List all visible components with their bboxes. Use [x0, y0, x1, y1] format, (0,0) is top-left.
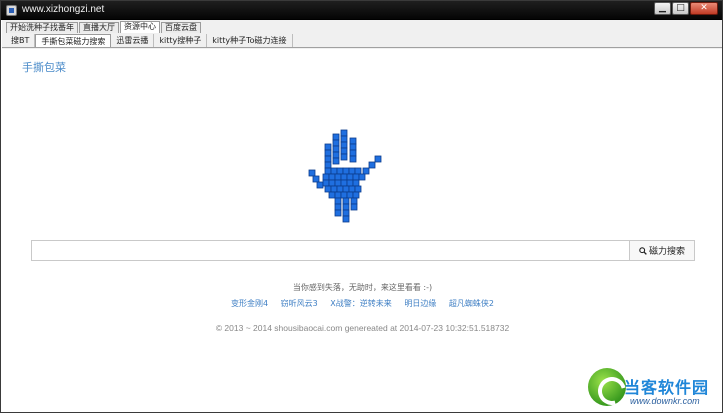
copyright-footer: © 2013 ~ 2014 shousibaocai.com genereate…: [215, 323, 510, 333]
search-icon: [639, 246, 647, 255]
tab-baidu-cloud[interactable]: 百度云盘: [161, 22, 201, 33]
window-title: www.xizhongzi.net: [22, 4, 105, 15]
app-window: www.xizhongzi.net ▁ □ ✕ 开始洗种子找番年 直播大厅 资源…: [0, 0, 723, 413]
magnet-search-button[interactable]: 磁力搜索: [629, 240, 695, 261]
tab-start[interactable]: 开始洗种子找番年: [6, 22, 78, 33]
window-controls: ▁ □ ✕: [653, 2, 718, 15]
tab-xunlei-cloud[interactable]: 迅雷云播: [111, 34, 155, 47]
watermark-title: 当客软件园: [624, 378, 710, 397]
watermark-url: www.downkr.com: [630, 396, 700, 406]
app-icon[interactable]: [6, 5, 17, 16]
search-input[interactable]: [31, 240, 629, 261]
search-bar: 磁力搜索: [31, 240, 695, 261]
tab-resource-center[interactable]: 资源中心: [120, 21, 160, 33]
pixel-hand-logo-icon: [308, 129, 382, 223]
watermark-badge-icon: [588, 368, 626, 406]
tab-shousibaocai[interactable]: 手撕包菜磁力搜索: [35, 34, 112, 47]
tab-divider: [2, 47, 722, 48]
tab-kitty-search[interactable]: kitty搜种子: [154, 34, 208, 47]
hot-link[interactable]: 明日边缘: [404, 299, 436, 308]
tab-live-hall[interactable]: 直播大厅: [79, 22, 119, 33]
close-button[interactable]: ✕: [690, 2, 718, 15]
hot-link[interactable]: 变形金刚4: [231, 299, 268, 308]
sub-tab-row: 搜BT 手撕包菜磁力搜索 迅雷云播 kitty搜种子 kitty种子To磁力连接: [6, 33, 293, 47]
tab-kitty-magnet[interactable]: kitty种子To磁力连接: [207, 34, 293, 47]
brand-link[interactable]: 手撕包菜: [22, 59, 66, 75]
tagline: 当你感到失落，无助时，来这里看看 :-): [292, 283, 433, 292]
minimize-button[interactable]: ▁: [654, 2, 671, 15]
hot-link[interactable]: 窃听风云3: [281, 299, 318, 308]
title-bar[interactable]: www.xizhongzi.net ▁ □ ✕: [1, 1, 722, 20]
tab-search-bt[interactable]: 搜BT: [6, 34, 36, 47]
hot-links: 变形金刚4 窃听风云3 X战警：逆转未来 明日边缘 超凡蜘蛛侠2: [1, 298, 723, 309]
hot-link[interactable]: X战警：逆转未来: [330, 299, 391, 308]
hot-link[interactable]: 超凡蜘蛛侠2: [449, 299, 494, 308]
top-tab-row: 开始洗种子找番年 直播大厅 资源中心 百度云盘: [6, 21, 202, 33]
search-button-label: 磁力搜索: [648, 247, 685, 257]
maximize-button[interactable]: □: [672, 2, 689, 15]
watermark-logo: 当客软件园 www.downkr.com: [586, 366, 722, 412]
